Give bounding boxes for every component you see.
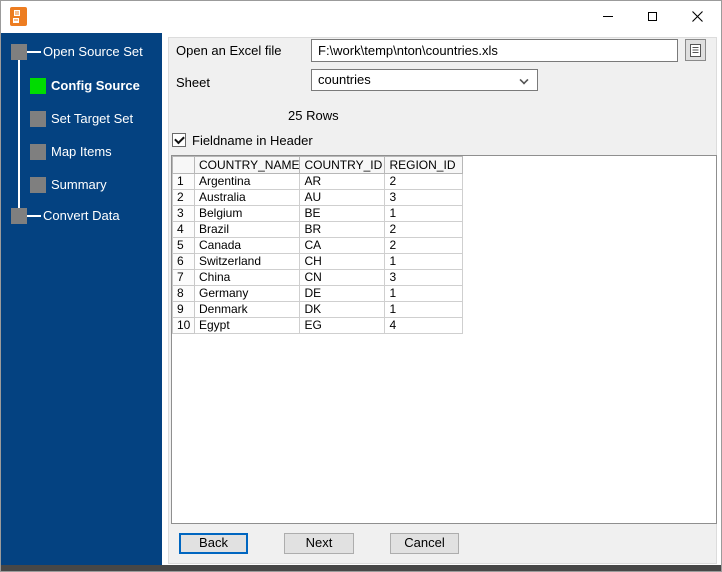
maximize-button[interactable] [630, 1, 675, 32]
data-cell[interactable]: Egypt [193, 317, 301, 334]
step-label-open-source-set: Open Source Set [43, 44, 143, 59]
step-marker-map-items [30, 144, 46, 160]
chevron-down-icon [519, 75, 529, 85]
table-row: 10 Egypt EG 4 [172, 317, 464, 334]
countries-table: COUNTRY_NAME COUNTRY_ID REGION_ID 1 Argen… [172, 156, 464, 334]
app-window: Open Source Set Config Source Set Target… [0, 0, 722, 572]
sheet-select[interactable]: countries [311, 69, 538, 91]
data-cell[interactable]: 4 [384, 317, 464, 334]
step-marker-config-source-active [30, 78, 46, 94]
data-cell[interactable]: AU [299, 189, 386, 206]
data-cell[interactable]: CN [299, 269, 386, 286]
row-number-cell[interactable]: 6 [172, 253, 195, 270]
data-cell[interactable]: DK [299, 301, 386, 318]
next-button[interactable]: Next [284, 533, 354, 554]
data-cell[interactable]: Brazil [193, 221, 301, 238]
minimize-button[interactable] [585, 1, 630, 32]
excel-file-path-input[interactable] [311, 39, 678, 62]
window-bottom-edge [1, 565, 721, 571]
data-cell[interactable]: Switzerland [193, 253, 301, 270]
data-cell[interactable]: Australia [193, 189, 301, 206]
data-cell[interactable]: 3 [384, 189, 464, 206]
data-cell[interactable]: 1 [384, 253, 464, 270]
corner-header-cell[interactable] [172, 156, 195, 174]
column-header-region-id[interactable]: REGION_ID [384, 156, 464, 174]
row-count-text: 25 Rows [288, 108, 339, 123]
step-marker-convert-data [11, 208, 27, 224]
file-field-label: Open an Excel file [176, 43, 282, 58]
column-header-country-name[interactable]: COUNTRY_NAME [193, 156, 301, 174]
maximize-icon [648, 12, 657, 21]
row-number-cell[interactable]: 1 [172, 173, 195, 190]
data-cell[interactable]: CA [299, 237, 386, 254]
table-row: 9 Denmark DK 1 [172, 301, 464, 318]
wizard-steps-sidebar: Open Source Set Config Source Set Target… [1, 33, 162, 566]
column-header-country-id[interactable]: COUNTRY_ID [299, 156, 386, 174]
table-row: 4 Brazil BR 2 [172, 221, 464, 238]
data-cell[interactable]: 3 [384, 269, 464, 286]
row-number-cell[interactable]: 2 [172, 189, 195, 206]
data-cell[interactable]: 2 [384, 173, 464, 190]
close-button[interactable] [675, 1, 720, 32]
data-cell[interactable]: CH [299, 253, 386, 270]
data-cell[interactable]: 2 [384, 221, 464, 238]
data-cell[interactable]: Canada [193, 237, 301, 254]
step-connector-line [18, 52, 20, 216]
browse-file-button[interactable] [685, 39, 706, 61]
step-connector-line [27, 51, 41, 53]
data-cell[interactable]: BE [299, 205, 386, 222]
table-row: 5 Canada CA 2 [172, 237, 464, 254]
table-row: 6 Switzerland CH 1 [172, 253, 464, 270]
data-cell[interactable]: Germany [193, 285, 301, 302]
step-label-summary: Summary [51, 177, 107, 192]
step-label-config-source: Config Source [51, 78, 140, 93]
cancel-button[interactable]: Cancel [390, 533, 459, 554]
row-number-cell[interactable]: 9 [172, 301, 195, 318]
step-label-convert-data: Convert Data [43, 208, 120, 223]
data-preview-grid[interactable]: COUNTRY_NAME COUNTRY_ID REGION_ID 1 Argen… [171, 155, 717, 524]
data-cell[interactable]: 1 [384, 301, 464, 318]
row-number-cell[interactable]: 3 [172, 205, 195, 222]
step-label-map-items: Map Items [51, 144, 112, 159]
row-number-cell[interactable]: 8 [172, 285, 195, 302]
table-row: 3 Belgium BE 1 [172, 205, 464, 222]
minimize-icon [602, 16, 613, 17]
data-cell[interactable]: Denmark [193, 301, 301, 318]
app-icon [10, 7, 27, 26]
step-connector-line [27, 215, 41, 217]
row-number-cell[interactable]: 4 [172, 221, 195, 238]
row-number-cell[interactable]: 10 [172, 317, 195, 334]
back-button[interactable]: Back [179, 533, 248, 554]
fieldname-in-header-label: Fieldname in Header [192, 133, 313, 148]
data-cell[interactable]: Argentina [193, 173, 301, 190]
close-icon [692, 11, 703, 22]
file-document-icon [690, 43, 701, 57]
data-cell[interactable]: BR [299, 221, 386, 238]
data-cell[interactable]: DE [299, 285, 386, 302]
row-number-cell[interactable]: 7 [172, 269, 195, 286]
step-label-set-target-set: Set Target Set [51, 111, 134, 126]
data-cell[interactable]: Belgium [193, 205, 301, 222]
header-row: COUNTRY_NAME COUNTRY_ID REGION_ID [172, 156, 464, 174]
data-cell[interactable]: China [193, 269, 301, 286]
table-row: 1 Argentina AR 2 [172, 173, 464, 190]
data-cell[interactable]: 2 [384, 237, 464, 254]
data-cell[interactable]: AR [299, 173, 386, 190]
table-row: 2 Australia AU 3 [172, 189, 464, 206]
step-marker-summary [30, 177, 46, 193]
caption-buttons [585, 1, 720, 32]
sheet-field-label: Sheet [176, 75, 210, 90]
data-cell[interactable]: 1 [384, 285, 464, 302]
row-number-cell[interactable]: 5 [172, 237, 195, 254]
fieldname-in-header-checkbox[interactable] [172, 133, 186, 147]
title-bar[interactable] [1, 1, 721, 33]
table-row: 7 China CN 3 [172, 269, 464, 286]
sheet-selected-value: countries [318, 72, 371, 87]
table-row: 8 Germany DE 1 [172, 285, 464, 302]
step-marker-set-target-set [30, 111, 46, 127]
data-cell[interactable]: 1 [384, 205, 464, 222]
data-cell[interactable]: EG [299, 317, 386, 334]
step-marker-open-source-set [11, 44, 27, 60]
